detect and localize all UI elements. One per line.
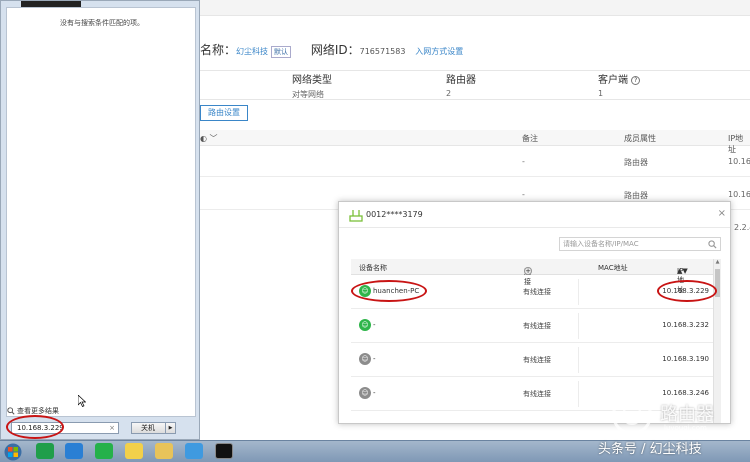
- col-member-attr: 成员属性: [624, 134, 656, 143]
- row-ip: 10.168.: [728, 190, 750, 199]
- summary-value: 2: [446, 89, 452, 98]
- network-header: 名称：幻尘科技 默认 网络ID：716571583 入网方式设置: [200, 41, 463, 58]
- device-name: -: [373, 355, 376, 363]
- col-device-name: 设备名称: [359, 264, 387, 272]
- dialog-header: 0012****3179 ×: [339, 202, 730, 228]
- device-table-header: 设备名称 连接 − + MAC地址 IP地址 ▲▼: [351, 259, 721, 294]
- device-name: -: [373, 321, 376, 329]
- cmd-icon[interactable]: [215, 443, 233, 459]
- filter-wireless-icon[interactable]: +: [524, 267, 532, 275]
- network-id-label: 网络ID：: [310, 43, 360, 57]
- device-connection: 有线连接: [523, 322, 551, 330]
- start-menu-search-panel: 没有与搜索条件匹配的项。 查看更多结果 10.168.3.229 × 关机 ▶: [0, 0, 200, 440]
- blue-bird-icon[interactable]: [65, 443, 83, 459]
- member-row[interactable]: - 路由器 10.168.: [200, 147, 750, 177]
- summary-label: 路由器: [446, 75, 476, 86]
- folder-icon[interactable]: [155, 443, 173, 459]
- column-divider: [578, 347, 579, 373]
- notes-icon[interactable]: [125, 443, 143, 459]
- network-summary-row: 网络类型 对等网络 路由器 2 客户端 ? 1: [200, 70, 750, 100]
- device-search-input[interactable]: 请输入设备名称/IP/MAC: [559, 237, 721, 251]
- row-ip: 2.2.4: [734, 223, 750, 232]
- dialog-title: 0012****3179: [366, 210, 423, 219]
- column-divider: [578, 381, 579, 407]
- shutdown-label: 关机: [141, 424, 155, 432]
- device-ip: 10.168.3.232: [662, 321, 709, 329]
- device-row[interactable]: ☺ - 有线连接 10.168.3.190: [351, 343, 721, 377]
- device-status-icon: ☺: [359, 319, 371, 331]
- device-ip: 10.168.3.246: [662, 389, 709, 397]
- highlight-ellipse: [6, 415, 64, 439]
- device-search-placeholder: 请输入设备名称/IP/MAC: [563, 240, 639, 248]
- watermark-domain: luyouqi.com: [664, 424, 707, 432]
- summary-label: 网络类型: [292, 75, 332, 86]
- device-connection: 有线连接: [523, 356, 551, 364]
- device-list-dialog: 0012****3179 × 请输入设备名称/IP/MAC 设备名称 连接 − …: [338, 201, 731, 424]
- router-icon: [349, 210, 363, 222]
- device-row[interactable]: ☺ - 有线连接 10.168.3.232: [351, 309, 721, 343]
- shutdown-options-arrow[interactable]: ▶: [165, 423, 175, 433]
- watermark-footer: 头条号 / 幻尘科技: [598, 442, 702, 457]
- ie-icon[interactable]: [185, 443, 203, 459]
- network-name-value[interactable]: 幻尘科技: [236, 47, 268, 56]
- col-mac: MAC地址: [598, 264, 628, 272]
- device-connection: 有线连接: [523, 390, 551, 398]
- list-controls-icon[interactable]: ◐ ﹀: [200, 133, 218, 144]
- network-id-value: 716571583: [359, 47, 406, 56]
- network-mode-link[interactable]: 入网方式设置: [415, 47, 463, 56]
- close-icon[interactable]: ×: [718, 208, 726, 219]
- col-remark: 备注: [522, 134, 538, 143]
- summary-routers: 路由器 2: [446, 71, 476, 98]
- sort-icon[interactable]: ▲▼: [677, 267, 688, 275]
- help-icon[interactable]: ?: [631, 75, 641, 85]
- scroll-up-icon[interactable]: ▲: [714, 259, 721, 267]
- summary-label: 客户端 ?: [598, 71, 641, 86]
- clear-search-icon[interactable]: ×: [109, 423, 115, 433]
- green-app-icon[interactable]: [36, 443, 54, 459]
- device-name: -: [373, 389, 376, 397]
- highlight-ellipse: [657, 280, 717, 302]
- member-list-header: ◐ ﹀ 备注 成员属性 IP地址: [200, 130, 750, 154]
- summary-value: 对等网络: [292, 90, 324, 99]
- windows-start-icon[interactable]: [3, 443, 23, 461]
- network-name-label: 名称：: [200, 43, 237, 57]
- row-ip: 10.168.: [728, 157, 750, 166]
- device-status-icon: ☺: [359, 353, 371, 365]
- watermark-logo-inner-icon: [622, 405, 642, 425]
- summary-network-type: 网络类型 对等网络: [292, 71, 332, 100]
- highlight-ellipse: [351, 280, 427, 302]
- search-results-area: 没有与搜索条件匹配的项。: [6, 7, 196, 417]
- route-settings-button[interactable]: 路由设置: [200, 105, 248, 121]
- summary-value: 1: [598, 89, 604, 98]
- mouse-cursor-icon: [78, 395, 86, 407]
- watermark-brand: 路由器: [660, 404, 714, 425]
- no-result-text: 没有与搜索条件匹配的项。: [60, 19, 144, 27]
- device-connection: 有线连接: [523, 288, 551, 296]
- magnifier-icon: [7, 407, 15, 415]
- row-attr: 路由器: [624, 191, 648, 200]
- row-remark: -: [522, 190, 525, 199]
- row-attr: 路由器: [624, 158, 648, 167]
- default-tag: 默认: [271, 46, 292, 58]
- device-status-icon: ☺: [359, 387, 371, 399]
- device-list-scrollbar[interactable]: ▲: [713, 259, 721, 423]
- iqiyi-icon[interactable]: [95, 443, 113, 459]
- device-ip: 10.168.3.190: [662, 355, 709, 363]
- column-divider: [578, 279, 579, 305]
- summary-clients: 客户端 ? 1: [598, 71, 641, 98]
- shutdown-button[interactable]: 关机 ▶: [131, 422, 176, 434]
- row-remark: -: [522, 157, 525, 166]
- search-icon[interactable]: [708, 240, 717, 249]
- column-divider: [578, 313, 579, 339]
